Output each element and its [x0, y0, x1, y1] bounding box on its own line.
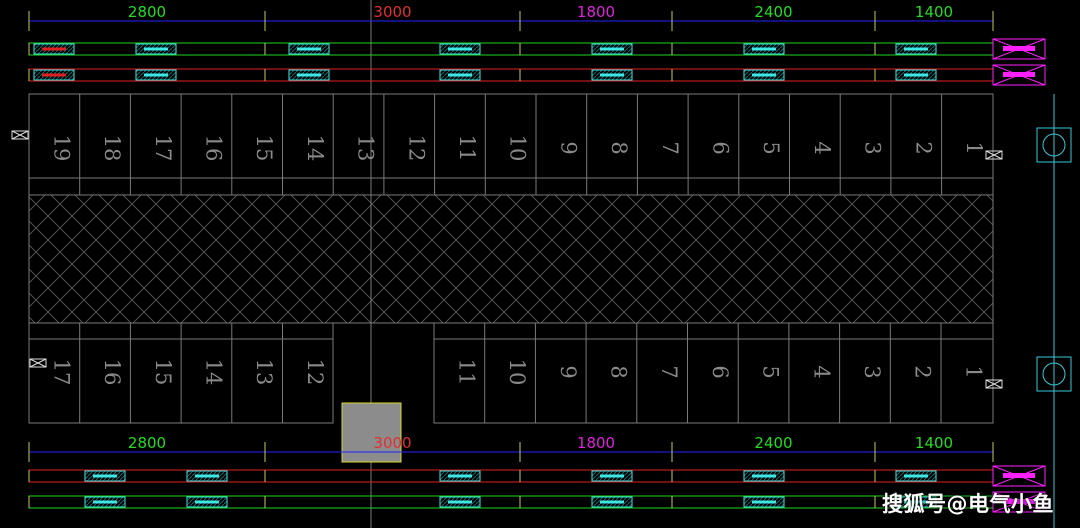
top-end-box-bar — [1003, 46, 1035, 51]
bottom-dim-label: 1800 — [577, 434, 615, 452]
slot-number: 13 — [354, 135, 378, 162]
slot-number: 3 — [861, 141, 885, 154]
bottom-rail-marker-bar — [752, 500, 776, 504]
slot-number: 6 — [708, 365, 732, 378]
bottom-dim-label: 2800 — [128, 434, 166, 452]
slot-number: 9 — [556, 141, 580, 154]
slot-number: 3 — [860, 365, 884, 378]
gray-equipment-block — [341, 402, 402, 463]
slot-number: 7 — [658, 141, 682, 154]
slot-number: 8 — [606, 365, 630, 378]
slot-number: 10 — [506, 135, 530, 162]
slot-number: 7 — [657, 365, 681, 378]
top-rail-marker-bar — [42, 47, 66, 51]
bottom-red-rail — [28, 469, 994, 483]
cad-drawing-view: 2800 3000 1800 2400 1400 2800 3000 1800 2400 1400… — [0, 0, 1080, 528]
top-rail-marker-bar — [144, 73, 168, 77]
slot-number: 14 — [201, 359, 225, 386]
slot-number: 11 — [454, 359, 478, 386]
slot-number: 14 — [303, 135, 327, 162]
top-rail-marker-bar — [297, 73, 321, 77]
slot-number: 15 — [252, 135, 276, 162]
slot-number: 11 — [455, 135, 479, 162]
slot-number: 9 — [556, 365, 580, 378]
top-rail-marker-bar — [752, 73, 776, 77]
slot-number: 12 — [303, 359, 327, 386]
top-dim-label: 2400 — [754, 3, 792, 21]
top-end-box-bar — [1003, 72, 1035, 77]
top-rail-marker-bar — [144, 47, 168, 51]
top-rail-marker-bar — [904, 73, 928, 77]
bottom-dim-label: 1400 — [915, 434, 953, 452]
slot-number: 5 — [759, 141, 783, 154]
bottom-end-box-bar — [1003, 473, 1035, 478]
aisle-hatch-area — [28, 194, 994, 324]
slot-number: 2 — [911, 365, 935, 378]
bottom-green-rail — [28, 495, 994, 509]
top-rail-marker-bar — [42, 73, 66, 77]
slot-number: 5 — [759, 365, 783, 378]
bottom-rail-marker-bar — [195, 500, 219, 504]
top-dim-label: 1400 — [915, 3, 953, 21]
bottom-rail-marker-bar — [448, 474, 472, 478]
slot-number: 16 — [201, 135, 225, 162]
slot-number: 1 — [961, 365, 985, 378]
slot-number: 1 — [962, 141, 986, 154]
bottom-rail-marker-bar — [195, 474, 219, 478]
slot-number: 8 — [607, 141, 631, 154]
bottom-rail-marker-bar — [600, 500, 624, 504]
slot-number: 4 — [810, 141, 834, 154]
slot-number: 13 — [252, 359, 276, 386]
top-rail-marker-bar — [600, 47, 624, 51]
slot-number: 18 — [100, 135, 124, 162]
slot-number: 17 — [49, 359, 73, 386]
bottom-rail-marker-bar — [93, 474, 117, 478]
top-rail-marker-bar — [448, 47, 472, 51]
bottom-rail-marker-bar — [600, 474, 624, 478]
watermark-text: 搜狐号@电气小鱼 — [882, 492, 1054, 516]
bottom-rail-marker-bar — [448, 500, 472, 504]
slot-number: 6 — [708, 141, 732, 154]
bottom-dim-label: 2400 — [754, 434, 792, 452]
top-dim-label: 2800 — [128, 3, 166, 21]
cad-canvas: 2800 3000 1800 2400 1400 2800 3000 1800 2400 1400… — [11, 0, 1072, 528]
slot-number: 15 — [151, 359, 175, 386]
slot-number: 17 — [151, 135, 175, 162]
bottom-rail-marker-bar — [752, 474, 776, 478]
top-dim-label: 3000 — [373, 3, 411, 21]
slot-number: 2 — [911, 141, 935, 154]
top-rail-marker-bar — [600, 73, 624, 77]
slot-number: 10 — [505, 359, 529, 386]
bottom-dim-label: 3000 — [373, 434, 411, 452]
top-rail-marker-bar — [904, 47, 928, 51]
slot-number: 16 — [100, 359, 124, 386]
top-rail-marker-bar — [448, 73, 472, 77]
slot-number: 19 — [49, 135, 73, 162]
top-dim-label: 1800 — [577, 3, 615, 21]
slot-number: 12 — [404, 135, 428, 162]
top-rail-marker-bar — [752, 47, 776, 51]
bottom-rail-marker-bar — [93, 500, 117, 504]
top-rail-marker-bar — [297, 47, 321, 51]
slot-number: 4 — [809, 365, 833, 378]
bottom-rail-marker-bar — [904, 474, 928, 478]
